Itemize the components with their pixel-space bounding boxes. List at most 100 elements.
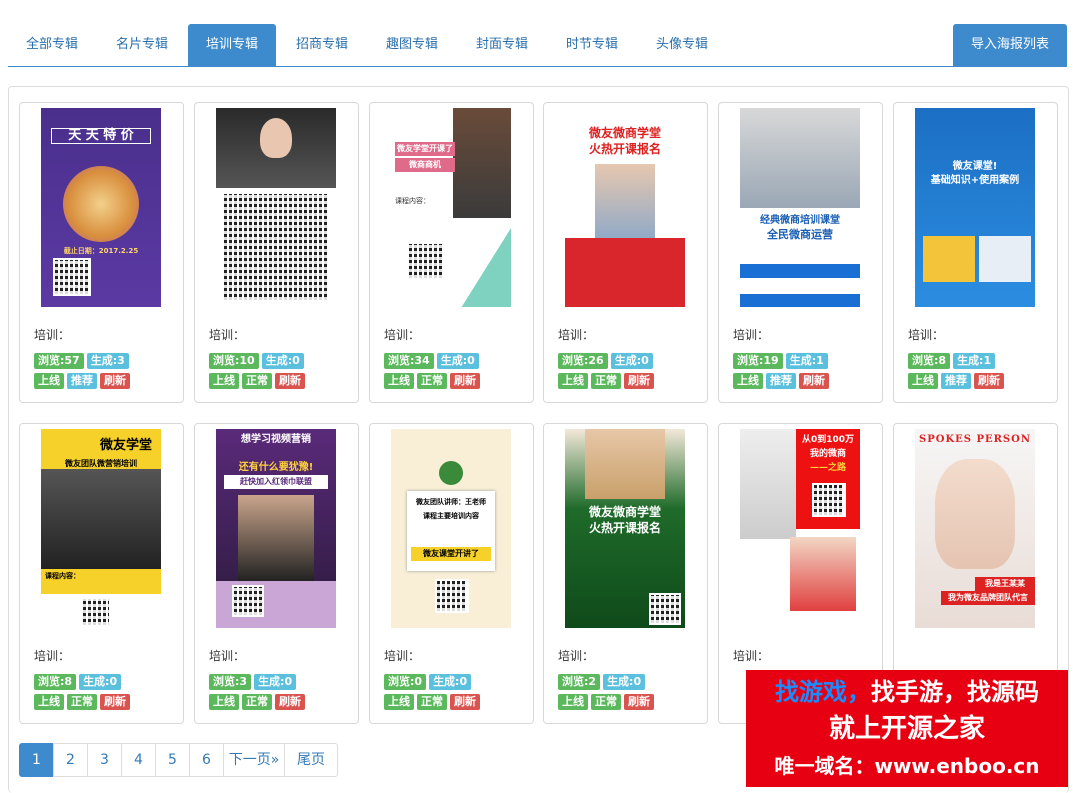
tab-holiday-albums[interactable]: 时节专辑 [548,24,636,65]
tab-avatar-albums[interactable]: 头像专辑 [638,24,726,65]
poster-thumbnail[interactable]: SPOKES PERSON 我是王某某 我为微友品牌团队代言 [915,429,1035,628]
food-plate-image [63,166,139,242]
refresh-button[interactable]: 刷新 [799,373,829,389]
pagination: 1 2 3 4 5 6 下一页» 尾页 [19,743,338,777]
poster-heading: 经典微商培训课堂 [760,215,840,226]
blue-banner [740,264,860,278]
poster-thumbnail[interactable]: 微友学堂开课了 微商商机 课程内容： [391,108,511,307]
views-badge: 浏览:3 [209,674,252,690]
poster-thumbnail[interactable]: 微友学堂 微友团队微营销培训 课程内容： [41,429,161,628]
generated-badge: 生成:0 [603,674,646,690]
page-1-button[interactable]: 1 [19,743,54,777]
poster-heading: 微友课堂! [952,161,998,172]
poster-thumbnail[interactable]: 微友团队讲师：王老师 课程主要培训内容 微友课堂开讲了 [391,429,511,628]
refresh-button[interactable]: 刷新 [974,373,1004,389]
normal-button[interactable]: 正常 [417,373,447,389]
last-page-button[interactable]: 尾页 [284,743,338,777]
views-badge: 浏览:10 [209,353,259,369]
generated-badge: 生成:0 [261,353,304,369]
poster-card[interactable]: 微友学堂开课了 微商商机 课程内容： 培训： 浏览:34 生成:0 上线 正常 刷新 [369,102,534,403]
online-button[interactable]: 上线 [558,373,588,389]
refresh-button[interactable]: 刷新 [450,694,480,710]
normal-button[interactable]: 正常 [242,373,272,389]
normal-button[interactable]: 正常 [417,694,447,710]
normal-button[interactable]: 正常 [242,694,272,710]
tab-all-albums[interactable]: 全部专辑 [8,24,96,65]
refresh-button[interactable]: 刷新 [624,694,654,710]
online-button[interactable]: 上线 [209,694,239,710]
refresh-button[interactable]: 刷新 [450,373,480,389]
qr-code [435,579,469,613]
online-button[interactable]: 上线 [34,694,64,710]
ad-banner[interactable]: 找游戏，找手游，找源码 就上开源之家 唯一域名：www.enboo.cn [746,670,1068,787]
normal-button[interactable]: 正常 [67,694,97,710]
card-category-label: 培训： [209,649,246,663]
import-poster-list-button[interactable]: 导入海报列表 [953,24,1067,66]
refresh-button[interactable]: 刷新 [100,373,130,389]
refresh-button[interactable]: 刷新 [624,373,654,389]
tab-fun-albums[interactable]: 趣图专辑 [368,24,456,65]
refresh-button[interactable]: 刷新 [275,373,305,389]
poster-card[interactable]: 微友课堂! 基础知识+使用案例 培训： 浏览:8 生成:1 上线 推荐 刷新 [893,102,1058,403]
teacher-avatar [439,461,463,485]
ad-line1-part-a: 找游戏， [775,678,871,706]
online-button[interactable]: 上线 [209,373,239,389]
online-button[interactable]: 上线 [34,373,64,389]
poster-card[interactable]: 微友学堂 微友团队微营销培训 课程内容： 培训： 浏览:8 生成:0 上线 正常 刷新 [19,423,184,724]
online-button[interactable]: 上线 [733,373,763,389]
normal-button[interactable]: 正常 [591,373,621,389]
ad-line1-part-b: 找手游，找源码 [871,678,1039,706]
poster-card[interactable]: 培训： 浏览:10 生成:0 上线 正常 刷新 [194,102,359,403]
blue-footer [740,294,860,307]
qr-code [53,258,91,296]
card-category-label: 培训： [733,328,770,342]
page-2-button[interactable]: 2 [53,743,88,777]
next-page-button[interactable]: 下一页» [223,743,285,777]
poster-card[interactable]: 微友微商学堂 火热开课报名 培训： 浏览:26 生成:0 上线 正常 刷新 [543,102,708,403]
page-4-button[interactable]: 4 [121,743,156,777]
poster-thumbnail[interactable]: 微友课堂! 基础知识+使用案例 [915,108,1035,307]
generated-badge: 生成:3 [86,353,129,369]
poster-thumbnail[interactable]: 想学习视频营销 还有什么要犹豫! 赶快加入红领巾联盟 [216,429,336,628]
poster-card[interactable]: 天 天 特 价 截止日期：2017.2.25 培训： 浏览:57 生成:3 上线推… [19,102,184,403]
poster-thumbnail[interactable]: 微友微商学堂 火热开课报名 [565,429,685,628]
page-6-button[interactable]: 6 [189,743,224,777]
poster-thumbnail[interactable]: 微友微商学堂 火热开课报名 [565,108,685,307]
card-category-label: 培训： [34,328,71,342]
page-3-button[interactable]: 3 [87,743,122,777]
recommend-button[interactable]: 推荐 [67,373,97,389]
views-badge: 浏览:34 [384,353,434,369]
poster-card[interactable]: 经典微商培训课堂 全民微商运营 培训： 浏览:19 生成:1 上线 推荐 刷新 [718,102,883,403]
student-photo [595,164,655,244]
tab-card-albums[interactable]: 名片专辑 [98,24,186,65]
tab-cover-albums[interactable]: 封面专辑 [458,24,546,65]
red-footer [565,238,685,307]
recommend-button[interactable]: 推荐 [766,373,796,389]
poster-card[interactable]: 想学习视频营销 还有什么要犹豫! 赶快加入红领巾联盟 培训： 浏览:3 生成:0 … [194,423,359,724]
poster-thumbnail[interactable]: 从0到100万 我的微商 ——之路 [740,429,860,628]
poster-thumbnail[interactable] [216,108,336,307]
qr-code [649,593,681,625]
album-tabs: 全部专辑 名片专辑 培训专辑 招商专辑 趣图专辑 封面专辑 时节专辑 头像专辑 … [8,24,1067,67]
online-button[interactable]: 上线 [384,694,414,710]
tab-investment-albums[interactable]: 招商专辑 [278,24,366,65]
normal-button[interactable]: 正常 [591,694,621,710]
poster-card[interactable]: 微友团队讲师：王老师 课程主要培训内容 微友课堂开讲了 培训： 浏览:0 生成:0… [369,423,534,724]
online-button[interactable]: 上线 [558,694,588,710]
card-category-label: 培训： [384,328,421,342]
online-button[interactable]: 上线 [384,373,414,389]
refresh-button[interactable]: 刷新 [100,694,130,710]
business-team-photo [740,108,860,208]
recommend-button[interactable]: 推荐 [941,373,971,389]
poster-body: 课程内容： [395,197,430,205]
page-5-button[interactable]: 5 [155,743,190,777]
refresh-button[interactable]: 刷新 [275,694,305,710]
poster-subheading: 火热开课报名 [588,521,661,535]
poster-card[interactable]: 微友微商学堂 火热开课报名 培训： 浏览:2 生成:0 上线 正常 刷新 [543,423,708,724]
tab-training-albums[interactable]: 培训专辑 [188,24,276,66]
poster-thumbnail[interactable]: 经典微商培训课堂 全民微商运营 [740,108,860,307]
poster-heading: 从0到100万 [801,435,855,445]
poster-thumbnail[interactable]: 天 天 特 价 截止日期：2017.2.25 [41,108,161,307]
generated-badge: 生成:0 [79,674,122,690]
online-button[interactable]: 上线 [908,373,938,389]
